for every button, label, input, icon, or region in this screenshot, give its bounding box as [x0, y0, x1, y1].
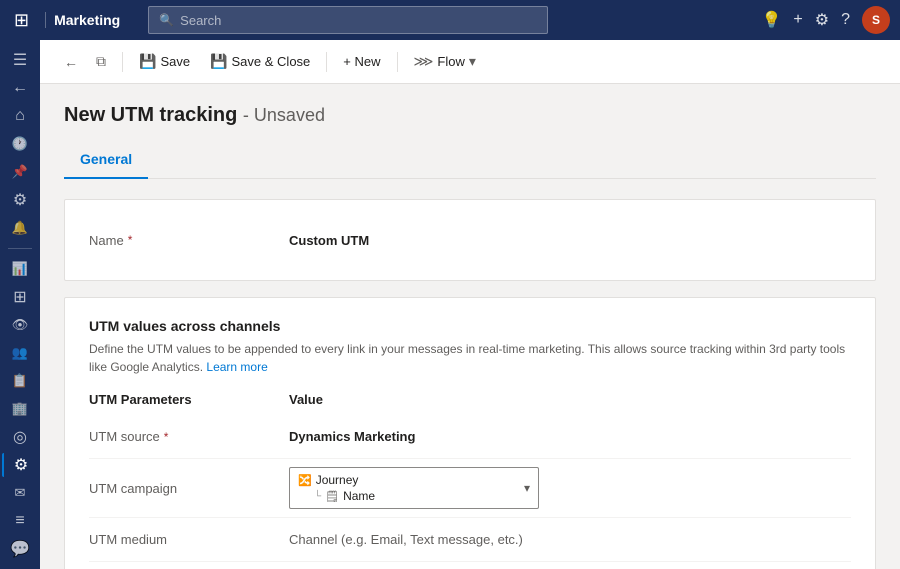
save-close-label: Save & Close: [232, 54, 311, 69]
page-content: New UTM tracking - Unsaved General Name …: [40, 84, 900, 569]
avatar[interactable]: S: [862, 6, 890, 34]
duplicate-button[interactable]: ⧉: [88, 46, 114, 78]
utm-campaign-dropdown[interactable]: 🔀 Journey └ 🗒 Name: [289, 467, 539, 509]
utm-campaign-label: UTM campaign: [89, 481, 289, 496]
app-module-name: Marketing: [45, 12, 120, 28]
sidebar-people-icon[interactable]: 👥: [2, 341, 38, 365]
back-button[interactable]: ←: [56, 46, 86, 78]
dropdown-tree-row-name: └ 🗒 Name: [298, 488, 524, 504]
flow-icon: ⋙: [414, 53, 434, 70]
sidebar-back-icon[interactable]: ←: [2, 76, 38, 100]
name-required-star: *: [128, 233, 133, 247]
sidebar: ☰ ← ⌂ 🕐 📌 ⚙ 🔔 📊 ⊞ 👁 👥 📋 🏢 ◎ ⚙ ✉ ≡ 💬: [0, 40, 40, 569]
toolbar: ← ⧉ 💾 Save 💾 Save & Close + New ⋙: [40, 40, 900, 84]
sidebar-grid-icon[interactable]: ⊞: [2, 285, 38, 309]
save-label: Save: [160, 54, 190, 69]
flow-button[interactable]: ⋙ Flow ▾: [406, 46, 484, 78]
add-icon[interactable]: +: [793, 11, 802, 29]
utm-col-params-header: UTM Parameters: [89, 392, 289, 407]
toolbar-separator-2: [326, 52, 327, 72]
new-button[interactable]: + New: [335, 46, 388, 78]
utm-source-required: *: [164, 430, 169, 444]
toolbar-separator-3: [397, 52, 398, 72]
save-icon: 💾: [139, 53, 156, 70]
utm-content-row: UTM content Message name: [89, 562, 851, 569]
name-field-row: Name * Custom UTM: [89, 220, 851, 260]
nav-actions: 💡 + ⚙ ? S: [761, 6, 890, 34]
utm-medium-label: UTM medium: [89, 532, 289, 547]
sidebar-pin-icon[interactable]: 📌: [2, 160, 38, 184]
sidebar-menu-icon[interactable]: ☰: [2, 48, 38, 72]
save-button[interactable]: 💾 Save: [131, 46, 198, 78]
sidebar-eye-icon[interactable]: 👁: [2, 313, 38, 337]
utm-medium-value: Channel (e.g. Email, Text message, etc.): [289, 532, 851, 547]
utm-section-title: UTM values across channels: [89, 318, 851, 334]
sidebar-list-icon[interactable]: 📋: [2, 369, 38, 393]
top-navigation: ⊞ Marketing 🔍 💡 + ⚙ ? S: [0, 0, 900, 40]
sidebar-settings-icon[interactable]: ⚙: [2, 188, 38, 212]
flow-chevron-icon: ▾: [469, 53, 476, 70]
name-label: Name *: [89, 233, 289, 248]
settings-icon[interactable]: ⚙: [815, 10, 829, 30]
utm-table-header: UTM Parameters Value: [89, 392, 851, 407]
dropdown-content: 🔀 Journey └ 🗒 Name: [298, 472, 524, 504]
tabs: General: [64, 143, 876, 179]
dropdown-tree-row-journey: 🔀 Journey: [298, 472, 524, 488]
suite-icon[interactable]: ⊞: [10, 6, 33, 35]
name-form-card: Name * Custom UTM: [64, 199, 876, 281]
search-bar[interactable]: 🔍: [148, 6, 548, 34]
main-content: ← ⧉ 💾 Save 💾 Save & Close + New ⋙: [40, 40, 900, 569]
learn-more-link[interactable]: Learn more: [206, 360, 267, 374]
utm-section-desc: Define the UTM values to be appended to …: [89, 340, 851, 376]
page-title: New UTM tracking - Unsaved: [64, 104, 876, 127]
journey-icon: 🔀: [298, 474, 312, 487]
sidebar-email-icon[interactable]: ✉: [2, 481, 38, 505]
tab-general[interactable]: General: [64, 143, 148, 179]
toolbar-separator-1: [122, 52, 123, 72]
dropdown-tree: 🔀 Journey └ 🗒 Name: [298, 472, 524, 504]
back-icon: ←: [64, 54, 78, 70]
utm-source-value: Dynamics Marketing: [289, 429, 851, 444]
tree-indent-icon: └: [314, 491, 321, 502]
lightbulb-icon[interactable]: 💡: [761, 10, 781, 30]
sidebar-home-icon[interactable]: ⌂: [2, 104, 38, 128]
name-value[interactable]: Custom UTM: [289, 233, 851, 248]
sidebar-marketing-icon[interactable]: ⚙: [2, 453, 38, 477]
utm-medium-row: UTM medium Channel (e.g. Email, Text mes…: [89, 518, 851, 562]
utm-col-value-header: Value: [289, 392, 851, 407]
flow-label: Flow: [437, 54, 464, 69]
utm-campaign-row: UTM campaign 🔀 Journey: [89, 459, 851, 518]
sidebar-segments-icon[interactable]: ◎: [2, 425, 38, 449]
utm-campaign-value: 🔀 Journey └ 🗒 Name: [289, 467, 851, 509]
help-icon[interactable]: ?: [841, 11, 850, 29]
unsaved-label: - Unsaved: [243, 105, 325, 125]
sidebar-divider: [8, 248, 32, 249]
sidebar-recent-icon[interactable]: 🕐: [2, 132, 38, 156]
nav-arrows: ← ⧉: [56, 46, 114, 78]
utm-source-row: UTM source * Dynamics Marketing: [89, 415, 851, 459]
sidebar-notifications-icon[interactable]: 🔔: [2, 216, 38, 240]
save-close-button[interactable]: 💾 Save & Close: [202, 46, 318, 78]
utm-source-label: UTM source *: [89, 429, 289, 444]
sidebar-lines-icon[interactable]: ≡: [2, 509, 38, 533]
sidebar-chart-icon[interactable]: 📊: [2, 257, 38, 281]
dropdown-chevron-icon: ▾: [524, 481, 530, 495]
new-label: + New: [343, 54, 380, 69]
sidebar-chat-icon[interactable]: 💬: [2, 537, 38, 561]
search-icon: 🔍: [159, 13, 174, 27]
name-icon: 🗒: [325, 490, 339, 503]
utm-section: UTM values across channels Define the UT…: [64, 297, 876, 569]
sidebar-org-icon[interactable]: 🏢: [2, 397, 38, 421]
search-input[interactable]: [180, 13, 537, 28]
duplicate-icon: ⧉: [96, 53, 106, 70]
save-close-icon: 💾: [210, 53, 227, 70]
